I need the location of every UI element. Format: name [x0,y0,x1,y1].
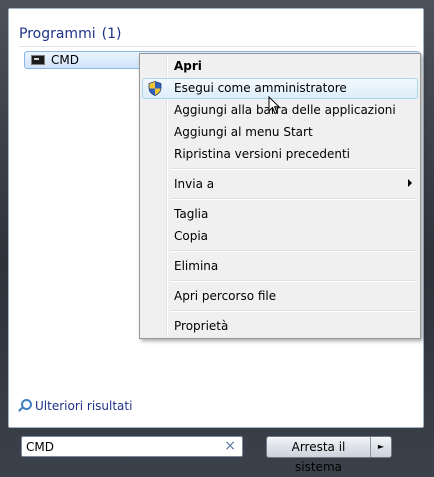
search-box[interactable]: × [21,436,243,457]
menu-separator [170,310,416,312]
section-divider [19,46,417,47]
menu-item-copy[interactable]: Copia [142,226,418,247]
section-title-label: Programmi [19,26,96,42]
menu-separator [170,168,416,170]
menu-item-properties[interactable]: Proprietà [142,316,418,337]
results-section-title: Programmi (1) [19,26,121,42]
menu-item-label: Taglia [174,207,209,221]
mouse-cursor-icon [268,96,280,115]
menu-item-pin-taskbar[interactable]: Aggiungi alla barra delle applicazioni [142,100,418,121]
result-item-label: CMD [51,53,79,67]
menu-separator [170,280,416,282]
command-prompt-icon [31,55,45,65]
clear-search-icon[interactable]: × [224,438,236,454]
menu-item-label: Ripristina versioni precedenti [174,147,351,161]
more-results-link[interactable]: Ulteriori risultati [17,399,132,413]
menu-item-label: Proprietà [174,319,229,333]
menu-separator [170,250,416,252]
menu-item-send-to[interactable]: Invia a [142,174,418,195]
menu-item-delete[interactable]: Elimina [142,256,418,277]
menu-item-label: Copia [174,229,209,243]
menu-item-label: Elimina [174,259,219,273]
section-count: (1) [101,26,122,42]
menu-item-label: Apri percorso file [174,289,277,303]
search-input[interactable] [26,439,216,454]
submenu-arrow-icon [408,179,412,187]
context-menu: Apri Esegui come amministratore Aggiungi… [139,53,421,339]
menu-item-run-as-admin[interactable]: Esegui come amministratore [142,78,418,99]
menu-item-label: Aggiungi alla barra delle applicazioni [174,103,396,117]
menu-item-label: Apri [174,59,202,73]
menu-item-pin-start[interactable]: Aggiungi al menu Start [142,122,418,143]
menu-item-label: Esegui come amministratore [174,81,347,95]
menu-item-label: Aggiungi al menu Start [174,125,313,139]
start-menu: Programmi (1) CMD Ulteriori risultati × A… [0,0,434,477]
menu-item-open[interactable]: Apri [142,56,418,77]
menu-item-open-file-location[interactable]: Apri percorso file [142,286,418,307]
shutdown-button-group: Arresta il sistema ► [266,436,392,474]
menu-item-restore-versions[interactable]: Ripristina versioni precedenti [142,144,418,165]
menu-item-cut[interactable]: Taglia [142,204,418,225]
menu-separator [170,198,416,200]
uac-shield-icon [148,81,162,96]
more-results-label: Ulteriori risultati [35,399,133,413]
shutdown-options-arrow-icon[interactable]: ► [371,437,391,457]
menu-item-label: Invia a [174,177,215,191]
shutdown-button[interactable]: Arresta il sistema [267,437,370,474]
magnifier-icon [17,399,32,413]
